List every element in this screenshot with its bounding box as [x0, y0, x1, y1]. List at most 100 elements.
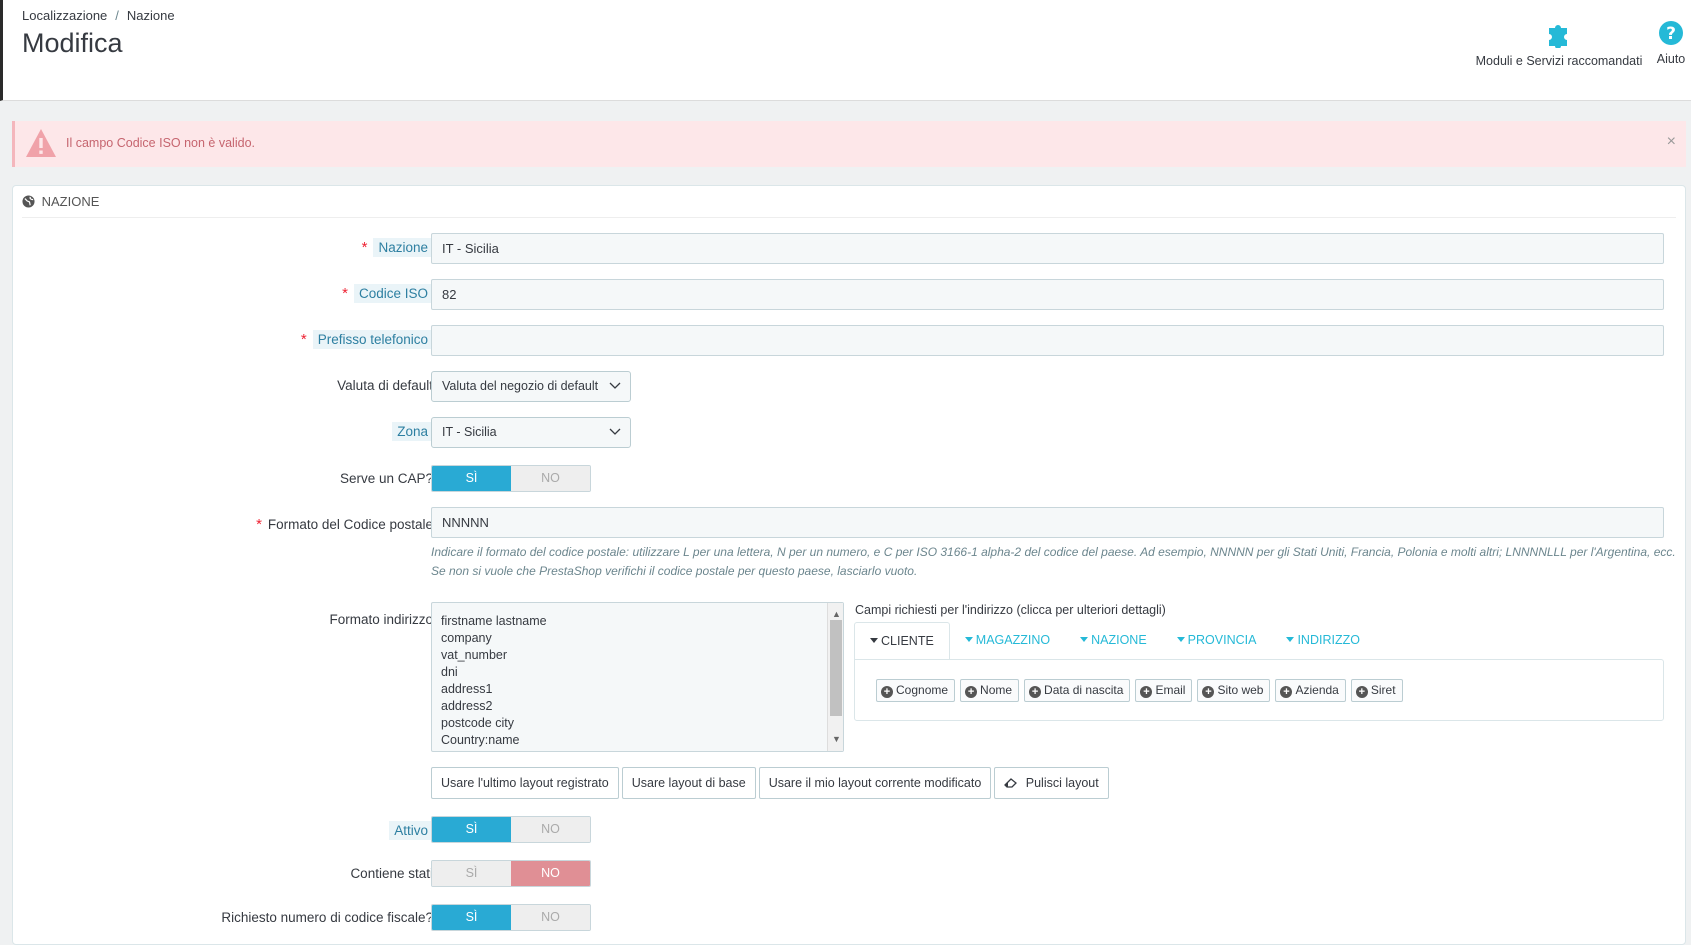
add-field-button[interactable]: + Cognome	[876, 679, 956, 702]
contains-states-no[interactable]: NO	[511, 861, 590, 886]
layout-buttons: Usare l'ultimo layout registrato Usare l…	[431, 767, 1109, 799]
puzzle-icon	[1549, 25, 1567, 48]
zip-needed-label: Serve un CAP?	[339, 471, 433, 486]
plus-circle-icon: +	[1355, 686, 1368, 698]
chip-label: Nome	[980, 683, 1013, 697]
use-default-layout-button[interactable]: Usare layout di base	[621, 767, 756, 799]
address-line: vat_number	[441, 648, 508, 662]
contains-states-switch[interactable]: SÌ NO	[431, 860, 591, 887]
country-label-row: * Nazione	[361, 238, 433, 257]
currency-select[interactable]: Valuta del negozio di default	[431, 371, 631, 402]
tab-label: MAGAZZINO	[975, 633, 1051, 647]
add-field-button[interactable]: + Sito web	[1197, 679, 1271, 702]
use-last-layout-button[interactable]: Usare l'ultimo layout registrato	[431, 767, 619, 799]
tab-magazzino[interactable]: MAGAZZINO	[950, 622, 1065, 660]
address-line: dni	[441, 665, 458, 679]
svg-text:?: ?	[1666, 24, 1676, 44]
plus-circle-icon: +	[1280, 686, 1293, 698]
tab-cliente[interactable]: CLIENTE	[854, 622, 950, 660]
chip-label: Cognome	[896, 683, 949, 697]
active-label[interactable]: Attivo	[389, 821, 433, 840]
address-line: postcode city	[441, 716, 514, 730]
phone-prefix-input[interactable]	[431, 325, 1664, 356]
tax-id-no[interactable]: NO	[511, 905, 590, 930]
address-fields-caption: Campi richiesti per l'indirizzo (clicca …	[855, 603, 1166, 617]
breadcrumb-separator: /	[115, 8, 119, 23]
zip-format-input[interactable]: NNNNN	[431, 507, 1664, 538]
zip-needed-yes[interactable]: SÌ	[432, 466, 511, 491]
tab-indirizzo[interactable]: INDIRIZZO	[1271, 622, 1375, 660]
tab-provincia[interactable]: PROVINCIA	[1162, 622, 1272, 660]
zip-format-label: Formato del Codice postale	[267, 517, 433, 532]
close-icon[interactable]: ×	[1667, 133, 1676, 151]
chip-label: Azienda	[1295, 683, 1339, 697]
tax-id-switch[interactable]: SÌ NO	[431, 904, 591, 931]
active-yes[interactable]: SÌ	[432, 817, 511, 842]
iso-code-input[interactable]: 82	[431, 279, 1664, 310]
address-field-tabs: CLIENTE MAGAZZINO NAZIONE PROVINCIA INDI…	[854, 622, 1375, 660]
caret-down-icon	[964, 637, 973, 642]
scroll-down-icon[interactable]: ▼	[832, 731, 841, 748]
globe-icon	[22, 195, 35, 208]
recommended-modules-button[interactable]: Moduli e Servizi raccomandati	[1470, 20, 1648, 68]
panel-heading: NAZIONE	[22, 186, 1676, 218]
chip-label: Sito web	[1217, 683, 1264, 697]
address-line: address1	[441, 682, 493, 696]
tab-label: PROVINCIA	[1187, 633, 1257, 647]
caret-down-icon	[1176, 637, 1185, 642]
add-field-button[interactable]: + Data di nascita	[1024, 679, 1131, 702]
address-line: Country:name	[441, 733, 520, 747]
required-mark: *	[300, 331, 307, 348]
phone-prefix-label[interactable]: Prefisso telefonico	[312, 330, 433, 349]
active-no[interactable]: NO	[511, 817, 590, 842]
tab-pane-cliente: + Cognome + Nome + Data di nascita + Email +…	[854, 659, 1664, 721]
tab-label: CLIENTE	[881, 634, 934, 648]
use-current-layout-button[interactable]: Usare il mio layout corrente modificato	[758, 767, 992, 799]
clear-layout-button[interactable]: Pulisci layout	[994, 767, 1109, 799]
clear-layout-label: Pulisci layout	[1025, 776, 1099, 790]
zone-label-row: Zona	[392, 422, 433, 441]
plus-circle-icon: +	[1140, 686, 1153, 698]
zip-format-label-row: * Formato del Codice postale	[256, 516, 433, 533]
address-format-textarea[interactable]: firstname lastname company vat_number dn…	[431, 602, 844, 752]
address-line: firstname lastname	[441, 614, 547, 628]
chip-label: Email	[1155, 683, 1186, 697]
tab-nazione[interactable]: NAZIONE	[1065, 622, 1162, 660]
contains-states-yes[interactable]: SÌ	[432, 861, 511, 886]
eraser-icon	[1004, 778, 1018, 788]
add-field-button[interactable]: + Nome	[960, 679, 1020, 702]
add-field-button[interactable]: + Azienda	[1275, 679, 1346, 702]
zip-needed-no[interactable]: NO	[511, 466, 590, 491]
recommended-modules-label: Moduli e Servizi raccomandati	[1475, 54, 1643, 68]
help-button[interactable]: ? Aiuto	[1653, 20, 1689, 66]
address-line: company	[441, 631, 492, 645]
zone-select[interactable]: IT - Sicilia	[431, 417, 631, 448]
error-message: Il campo Codice ISO non è valido.	[66, 136, 255, 150]
country-label[interactable]: Nazione	[373, 238, 433, 257]
tax-id-yes[interactable]: SÌ	[432, 905, 511, 930]
tax-id-label: Richiesto numero di codice fiscale?	[221, 910, 433, 925]
help-label: Aiuto	[1656, 52, 1686, 66]
plus-circle-icon: +	[965, 686, 978, 698]
caret-down-icon	[870, 638, 878, 643]
iso-code-label[interactable]: Codice ISO	[353, 284, 433, 303]
plus-circle-icon: +	[1202, 686, 1215, 698]
breadcrumb-localization[interactable]: Localizzazione	[22, 8, 107, 23]
add-field-button[interactable]: + Siret	[1350, 679, 1403, 702]
breadcrumb-country[interactable]: Nazione	[127, 8, 175, 23]
address-line: address2	[441, 699, 493, 713]
scrollbar-thumb[interactable]	[830, 620, 842, 716]
breadcrumb: Localizzazione / Nazione	[22, 8, 175, 23]
required-mark: *	[361, 239, 368, 256]
address-format-label: Formato indirizzo	[329, 612, 433, 627]
caret-down-icon	[1080, 637, 1089, 642]
add-field-button[interactable]: + Email	[1135, 679, 1193, 702]
textarea-scrollbar[interactable]: ▲ ▼	[827, 603, 843, 751]
phone-label-row: * Prefisso telefonico	[300, 330, 433, 349]
active-switch[interactable]: SÌ NO	[431, 816, 591, 843]
zip-needed-switch[interactable]: SÌ NO	[431, 465, 591, 492]
chip-label: Data di nascita	[1044, 683, 1124, 697]
panel-title: NAZIONE	[41, 194, 100, 209]
country-name-input[interactable]: IT - Sicilia	[431, 233, 1664, 264]
zone-label[interactable]: Zona	[392, 422, 433, 441]
